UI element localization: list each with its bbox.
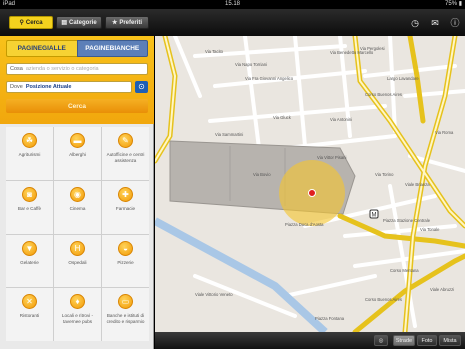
street-label: Viale Abruzzi — [430, 287, 454, 292]
map-mode-bar: ◎ Strade Foto Mista — [155, 332, 465, 349]
street-label: Corso Buenos Aires — [365, 297, 402, 302]
street-label: Via Antonini — [330, 117, 352, 122]
clock: 15.18 — [224, 1, 240, 7]
location-icon: ⊙ — [138, 82, 145, 91]
info-icon[interactable]: ⓘ — [450, 18, 460, 28]
street-label: Via Pergolesi — [360, 46, 385, 51]
recenter-button[interactable]: ◎ — [374, 335, 388, 346]
category-alberghi[interactable]: ▬ Alberghi — [54, 127, 101, 180]
street-label: Via Sammartini — [215, 132, 243, 137]
ice-cream-icon: ▼ — [22, 240, 37, 256]
street-label: Corso Mentana — [390, 268, 419, 273]
directory-switch: PAGINEGIALLE PAGINEBIANCHE — [6, 40, 148, 57]
street-label: Via Vittor Pisani — [317, 155, 346, 160]
bank-icon: ▭ — [118, 294, 133, 310]
tab-search[interactable]: ⚲ Cerca — [9, 16, 53, 29]
street-label: Via Napo Torriani — [235, 62, 267, 67]
top-toolbar: ⚲ Cerca ▤ Categorie ★ Preferiti ◷ ✉ ⓘ — [0, 9, 465, 36]
street-label: Via Torino — [375, 172, 394, 177]
street-label: Viale Vittorio Veneto — [195, 292, 233, 297]
map-canvas: M Via Tacito Via Fra Giovanni Angelico V… — [155, 36, 465, 332]
cross-icon: ✚ — [118, 186, 133, 202]
tab-favorites[interactable]: ★ Preferiti — [105, 16, 149, 29]
search-form: PAGINEGIALLE PAGINEBIANCHE Cosa azienda … — [0, 36, 154, 124]
map-view[interactable]: M Via Tacito Via Fra Giovanni Angelico V… — [155, 36, 465, 332]
coffee-icon: ◙ — [22, 186, 37, 202]
glass-icon: ♦ — [70, 294, 85, 310]
street-label: Via Roma — [435, 130, 454, 135]
where-label: Dove — [10, 84, 23, 90]
street-label: Via Tonale — [420, 227, 440, 232]
bed-icon: ▬ — [70, 133, 85, 148]
tab-categories[interactable]: ▤ Categorie — [56, 16, 102, 29]
category-ospedali[interactable]: H Ospedali — [54, 234, 101, 288]
category-banche[interactable]: ▭ Banche e istituti di credito e risparmi… — [102, 288, 149, 341]
map-mode-foto[interactable]: Foto — [417, 335, 437, 346]
street-label: Piazza Duca d'Aosta — [285, 222, 324, 227]
hospital-icon: H — [70, 240, 85, 256]
current-location-marker — [308, 189, 316, 197]
category-pizzerie[interactable]: ◒ Pizzerie — [102, 234, 149, 288]
crosshair-icon: ◎ — [378, 337, 384, 344]
history-icon[interactable]: ◷ — [410, 18, 420, 28]
category-autofficine[interactable]: ✎ Autofficine e centri assistenza — [102, 127, 149, 180]
what-label: Cosa — [10, 66, 23, 72]
leaf-icon: ☘ — [22, 133, 37, 148]
search-button[interactable]: Cerca — [6, 99, 148, 113]
category-locali[interactable]: ♦ Locali e ritrovi - tavernee pubs — [54, 288, 101, 341]
street-label: Via Fra Giovanni Angelico — [245, 76, 294, 81]
search-panel: PAGINEGIALLE PAGINEBIANCHE Cosa azienda … — [0, 36, 154, 349]
street-label: Via Tacito — [205, 49, 224, 54]
pizza-icon: ◒ — [118, 240, 133, 256]
category-farmacie[interactable]: ✚ Farmacie — [102, 180, 149, 234]
street-label: Piazza Fontana — [315, 316, 345, 321]
category-grid: ☘ Agriturismi ▬ Alberghi ✎ Autofficine e ce… — [6, 127, 149, 341]
category-gelaterie[interactable]: ▼ Gelaterie — [6, 234, 53, 288]
where-input[interactable]: Dove Posizione Attuale — [6, 81, 132, 93]
street-label: Largo Lavandare — [387, 76, 419, 81]
what-placeholder: azienda o servizio o categoria — [25, 66, 99, 72]
map-mode-strade[interactable]: Strade — [393, 335, 415, 346]
locate-me-button[interactable]: ⊙ — [135, 81, 148, 93]
category-agriturismi[interactable]: ☘ Agriturismi — [6, 127, 53, 180]
street-label: Via Gluck — [273, 115, 292, 120]
star-icon: ★ — [111, 20, 118, 26]
tab-paginegialle[interactable]: PAGINEGIALLE — [6, 40, 77, 57]
street-label: Via Bovio — [253, 172, 271, 177]
svg-text:M: M — [372, 213, 377, 219]
category-cinema[interactable]: ◉ Cinema — [54, 180, 101, 234]
tab-paginebianche[interactable]: PAGINEBIANCHE — [76, 40, 148, 57]
category-ristoranti[interactable]: ✕ Ristoranti — [6, 288, 53, 341]
what-input[interactable]: Cosa azienda o servizio o categoria — [6, 63, 148, 75]
status-bar: iPad 15.18 75% ▮ — [0, 0, 465, 9]
where-value: Posizione Attuale — [25, 84, 72, 90]
battery-indicator: 75% ▮ — [445, 1, 462, 7]
mail-icon[interactable]: ✉ — [430, 18, 440, 28]
street-label: Piazza Stazione Centrale — [383, 218, 431, 223]
cutlery-icon: ✕ — [22, 294, 37, 310]
map-mode-mista[interactable]: Mista — [439, 335, 461, 346]
list-icon: ▤ — [61, 20, 67, 26]
street-label: Corso Buenos Aires — [365, 92, 402, 97]
search-icon: ⚲ — [19, 20, 24, 26]
film-icon: ◉ — [70, 186, 85, 202]
street-label: Viale Brianza — [405, 182, 430, 187]
category-bar[interactable]: ◙ Bar e Caffè — [6, 180, 53, 234]
wrench-icon: ✎ — [118, 133, 133, 148]
